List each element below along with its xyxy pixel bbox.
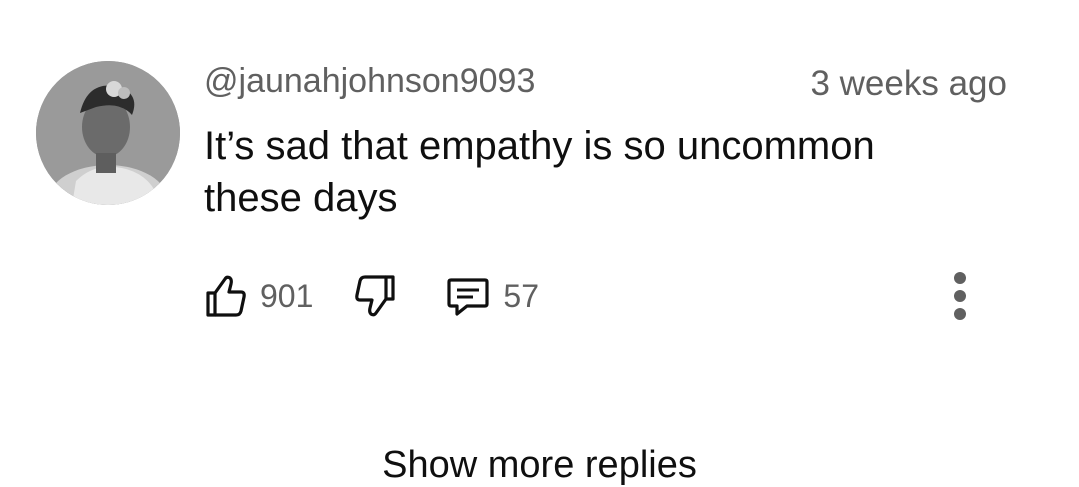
- comment-author[interactable]: @jaunahjohnson9093: [204, 62, 535, 101]
- comment-thread: @jaunahjohnson9093 3 weeks ago It’s sad …: [0, 0, 1079, 486]
- reply-button[interactable]: 57: [445, 274, 539, 318]
- comment-icon: [447, 278, 489, 316]
- dislike-button[interactable]: [353, 273, 397, 319]
- avatar-image: [36, 61, 180, 205]
- reply-count: 57: [503, 277, 539, 314]
- show-more-replies: Show more replies: [0, 444, 1079, 487]
- thumbs-down-icon: [355, 275, 395, 317]
- like-count: 901: [260, 277, 314, 314]
- comment-text: It’s sad that empathy is so uncommon the…: [204, 124, 875, 220]
- comment-actions: 901 57: [204, 268, 539, 324]
- avatar[interactable]: [36, 61, 180, 205]
- comment-timestamp[interactable]: 3 weeks ago: [810, 64, 1007, 104]
- like-button[interactable]: 901: [204, 273, 313, 319]
- vertical-dots-icon: [954, 272, 966, 320]
- thumbs-up-icon: [206, 275, 246, 317]
- more-options-button[interactable]: [940, 268, 980, 324]
